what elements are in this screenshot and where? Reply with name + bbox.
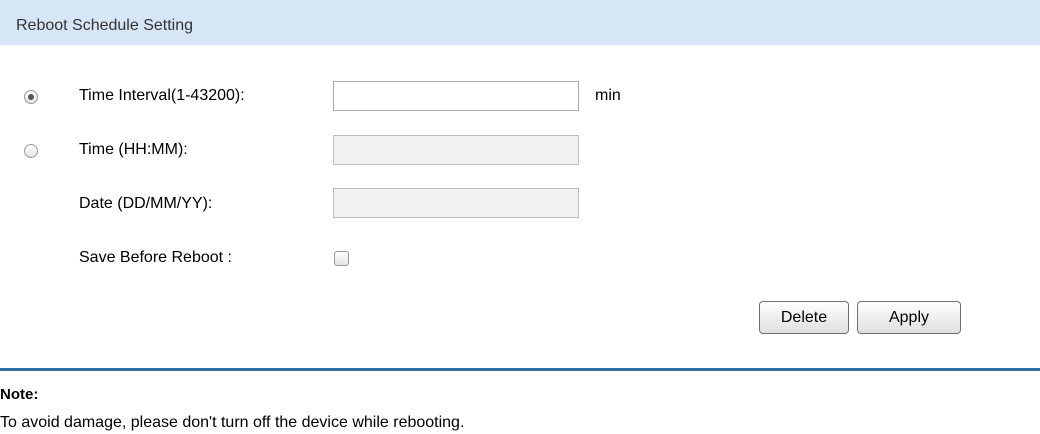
delete-button[interactable]: Delete: [759, 301, 849, 334]
time-interval-input[interactable]: [333, 81, 579, 111]
section-header: Reboot Schedule Setting: [0, 0, 1040, 45]
date-label: Date (DD/MM/YY):: [79, 195, 213, 212]
note-text: To avoid damage, please don't turn off t…: [0, 414, 465, 431]
time-input[interactable]: [333, 135, 579, 165]
time-interval-radio[interactable]: [24, 90, 38, 104]
section-title: Reboot Schedule Setting: [16, 17, 194, 34]
save-before-reboot-label: Save Before Reboot :: [79, 249, 232, 266]
apply-button[interactable]: Apply: [857, 301, 961, 334]
save-before-reboot-checkbox[interactable]: [334, 251, 349, 266]
note-title: Note:: [0, 386, 39, 403]
date-input[interactable]: [333, 188, 579, 218]
time-interval-label: Time Interval(1-43200):: [79, 87, 245, 104]
time-interval-unit: min: [595, 87, 621, 104]
note-divider: [0, 368, 1040, 371]
time-label: Time (HH:MM):: [79, 141, 188, 158]
time-radio[interactable]: [24, 144, 38, 158]
